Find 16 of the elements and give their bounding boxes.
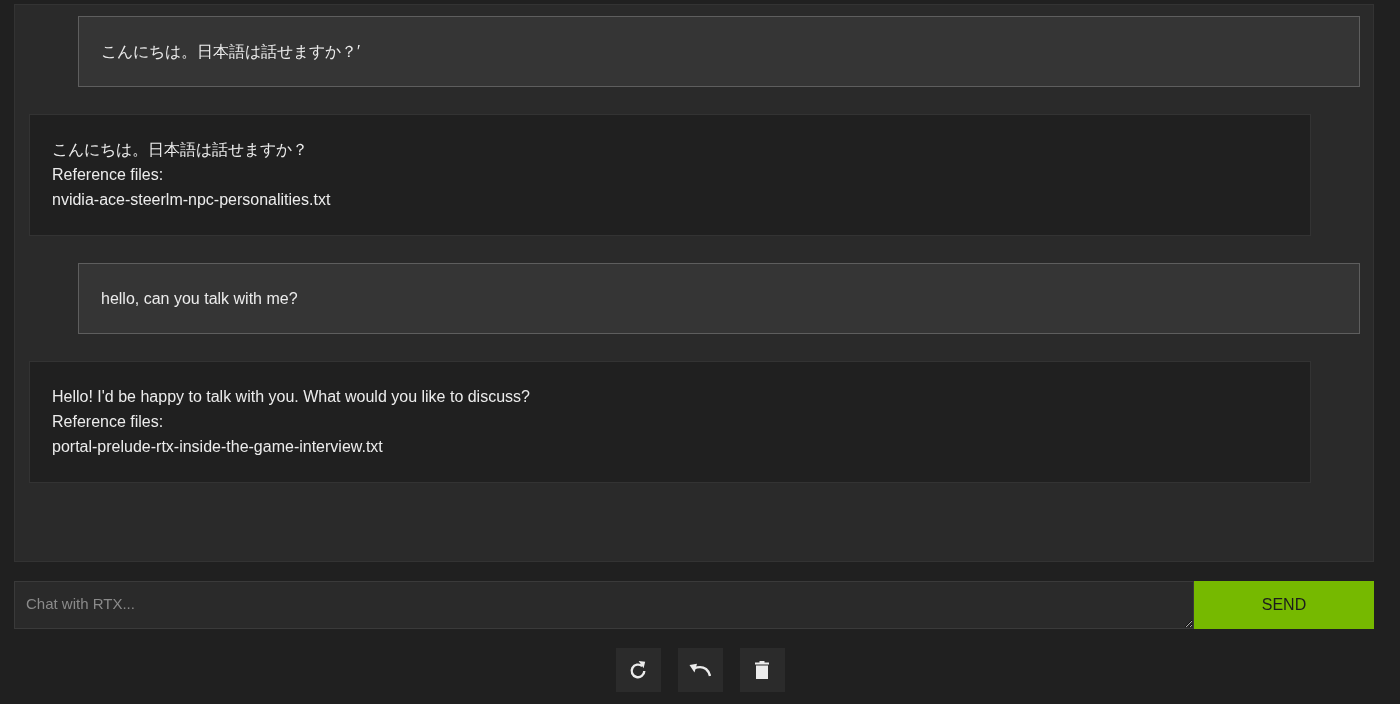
- undo-button[interactable]: [677, 648, 723, 692]
- clear-button[interactable]: [739, 648, 785, 692]
- message-text: hello, can you talk with me?: [101, 289, 298, 309]
- reference-label: Reference files:: [52, 165, 164, 185]
- undo-icon: [689, 663, 711, 677]
- send-button[interactable]: SEND: [1194, 581, 1374, 629]
- message-text: Hello! I'd be happy to talk with you. What would you like to discuss?: [52, 387, 530, 407]
- message-text: こんにちは。日本語は話せますか？′: [101, 42, 360, 62]
- reference-file: portal-prelude-rtx-inside-the-game-interview.txt: [52, 437, 383, 457]
- trash-icon: [755, 661, 769, 679]
- regenerate-button[interactable]: [615, 648, 661, 692]
- reference-label: Reference files:: [52, 412, 164, 432]
- message-text: こんにちは。日本語は話せますか？: [52, 140, 308, 160]
- reference-file: nvidia-ace-steerlm-npc-personalities.txt: [52, 190, 331, 210]
- refresh-icon: [629, 660, 647, 680]
- chat-input[interactable]: Chat with RTX...: [14, 581, 1194, 629]
